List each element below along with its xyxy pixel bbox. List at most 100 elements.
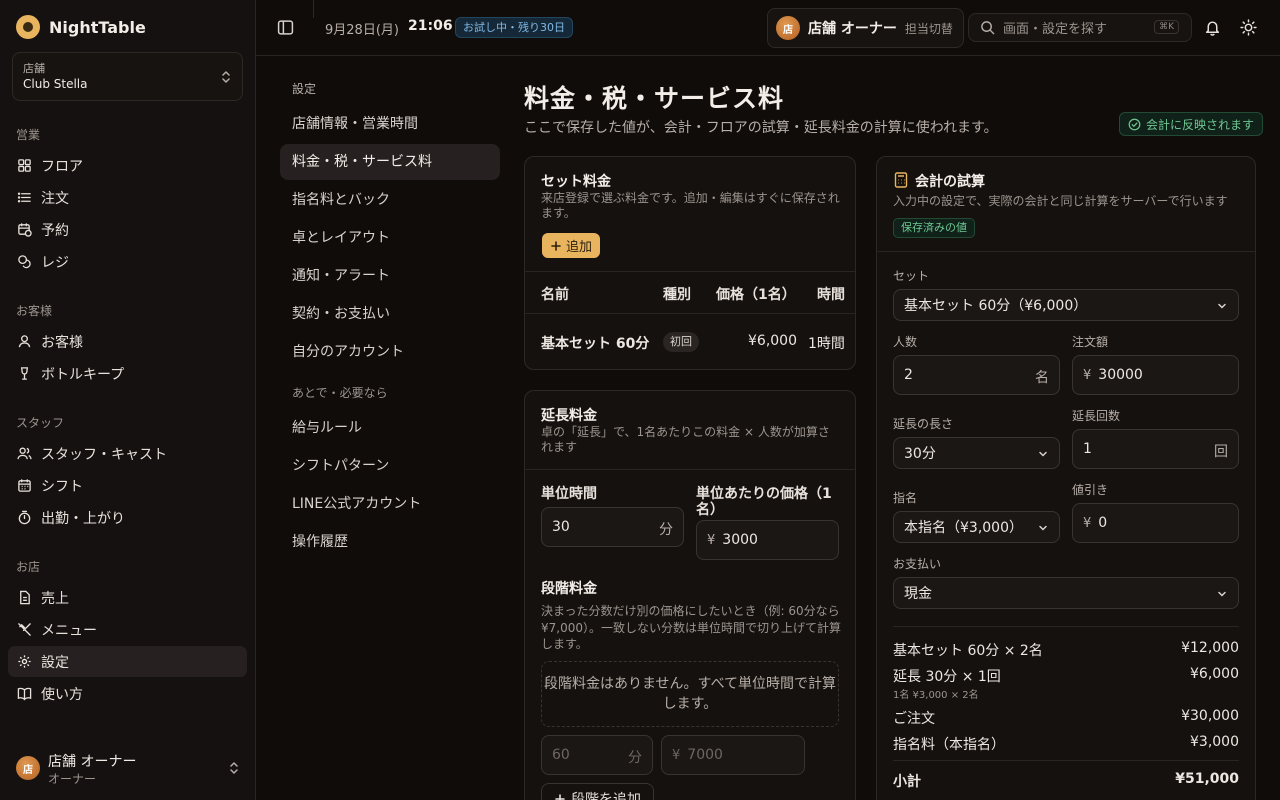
wine-icon — [20, 367, 29, 380]
settings-nav-line[interactable]: LINE公式アカウント — [280, 486, 500, 522]
settings-nav-payroll[interactable]: 給与ルール — [280, 410, 500, 446]
sidebar-item-menu[interactable]: メニュー — [8, 614, 247, 645]
breakdown-line: 延長 30分 × 1回 1名 ¥3,000 × 2名 ¥6,000 — [893, 666, 1239, 701]
breakdown-line: ご注文 ¥30,000 — [893, 708, 1239, 728]
store-switcher[interactable]: 店舗 Club Stella — [12, 52, 243, 101]
sidebar-item-shifts[interactable]: シフト — [8, 470, 247, 501]
breakdown-line: 指名料（本指名） ¥3,000 — [893, 734, 1239, 754]
sidebar-item-label: スタッフ・キャスト — [41, 446, 167, 463]
discount-value: 0 — [1098, 515, 1108, 531]
tier-minutes-input[interactable]: 60 分 — [541, 735, 653, 775]
sidebar-item-staff-cast[interactable]: スタッフ・キャスト — [8, 438, 247, 469]
nav-section-store: お店 — [16, 560, 41, 574]
sidebar-item-orders[interactable]: 注文 — [8, 182, 247, 213]
yen-prefix: ¥ — [707, 532, 716, 548]
owner-switcher[interactable]: 店 店舗 オーナー 担当切替 — [767, 8, 964, 48]
line-amount: ¥3,000 — [1190, 734, 1239, 750]
sidebar-item-floor[interactable]: フロア — [8, 150, 247, 181]
user-role: オーナー — [48, 772, 97, 786]
sidebar-item-label: お客様 — [41, 334, 83, 351]
add-tier-button[interactable]: 段階を追加 — [541, 783, 654, 800]
nav-section-eigyo: 営業 — [16, 128, 41, 142]
settings-nav-tables[interactable]: 卓とレイアウト — [280, 220, 500, 256]
nomination-label: 指名 — [893, 491, 918, 505]
line-amount: ¥30,000 — [1181, 708, 1239, 724]
set-select[interactable]: 基本セット 60分（¥6,000） — [893, 289, 1239, 321]
sidebar-item-label: フロア — [41, 158, 83, 175]
set-fee-desc: 来店登録で選ぶ料金です。追加・編集はすぐに保存されます。 — [541, 191, 840, 220]
sidebar-item-reservations[interactable]: 予約 — [8, 214, 247, 245]
current-time: 21:06 — [408, 18, 453, 34]
bell-icon[interactable] — [1204, 19, 1221, 36]
add-tier-label: 段階を追加 — [571, 792, 641, 800]
settings-nav-heading: 設定 — [292, 82, 317, 96]
calc-title: 会計の試算 — [915, 174, 985, 190]
trial-badge[interactable]: お試し中・残り30日 — [455, 17, 573, 38]
extension-desc: 卓の「延長」で、1名あたりこの料金 × 人数が加算されます — [541, 425, 830, 454]
tier-price-input[interactable]: ¥ 7000 — [661, 735, 805, 775]
search-shortcut: ⌘K — [1154, 20, 1179, 34]
sidebar-toggle-icon[interactable] — [277, 19, 294, 36]
chevron-down-icon — [1039, 451, 1047, 457]
nomination-value: 本指名（¥3,000） — [904, 520, 1023, 536]
order-amount-input[interactable]: ¥ 30000 — [1072, 355, 1239, 395]
sidebar-item-settings[interactable]: 設定 — [8, 646, 247, 677]
divider — [893, 760, 1239, 761]
people-value: 2 — [904, 367, 913, 383]
extension-length-value: 30分 — [904, 446, 936, 462]
sidebar-item-label: 出勤・上がり — [41, 510, 125, 527]
check-circle-icon — [1128, 118, 1141, 130]
tier-price-placeholder: 7000 — [687, 747, 723, 763]
nomination-select[interactable]: 本指名（¥3,000） — [893, 511, 1060, 543]
set-select-label: セット — [893, 269, 930, 283]
unit-price-value: 3000 — [722, 532, 758, 548]
divider — [877, 251, 1255, 252]
chevrons-up-down-icon — [230, 762, 238, 774]
sun-icon[interactable] — [1240, 19, 1257, 36]
sidebar-item-bottle-keep[interactable]: ボトルキープ — [8, 358, 247, 389]
payment-select[interactable]: 現金 — [893, 577, 1239, 609]
brand-logo-icon — [16, 15, 40, 39]
extension-count-input[interactable]: 1 回 — [1072, 429, 1239, 469]
sidebar-item-attendance[interactable]: 出勤・上がり — [8, 502, 247, 533]
sidebar-item-customers[interactable]: お客様 — [8, 326, 247, 357]
set-fee-card: セット料金 来店登録で選ぶ料金です。追加・編集はすぐに保存されます。 追加 名前… — [524, 156, 856, 370]
type-badge: 初回 — [663, 332, 699, 352]
extension-title: 延長料金 — [541, 408, 597, 424]
people-input[interactable]: 2 名 — [893, 355, 1060, 395]
settings-nav-store-info[interactable]: 店舗情報・営業時間 — [280, 106, 500, 142]
search-input[interactable]: 画面・設定を探す ⌘K — [968, 13, 1192, 42]
settings-nav-billing[interactable]: 契約・お支払い — [280, 296, 500, 332]
add-set-fee-button[interactable]: 追加 — [542, 233, 601, 258]
sidebar-item-label: 予約 — [41, 222, 69, 239]
order-amount-value: 30000 — [1098, 367, 1143, 383]
divider — [525, 271, 855, 272]
list-icon — [17, 192, 31, 203]
add-button-label: 追加 — [566, 240, 593, 255]
divider — [525, 469, 855, 470]
discount-input[interactable]: ¥ 0 — [1072, 503, 1239, 543]
unit-time-input[interactable]: 30 分 — [541, 507, 684, 547]
user-menu[interactable]: 店 店舗 オーナー オーナー — [16, 751, 240, 786]
unit-time-label: 単位時間 — [541, 486, 597, 502]
sidebar-item-sales[interactable]: 売上 — [8, 582, 247, 613]
chevron-down-icon — [1218, 591, 1226, 597]
settings-nav-pricing[interactable]: 料金・税・サービス料 — [280, 144, 500, 180]
sidebar-item-register[interactable]: レジ — [8, 246, 247, 277]
sidebar-item-guide[interactable]: 使い方 — [8, 678, 247, 709]
line-label: 基本セット 60分 × 2名 — [893, 643, 1043, 659]
plus-icon — [551, 240, 561, 251]
document-icon — [20, 590, 30, 605]
current-date: 9月28日(月) — [325, 23, 399, 38]
settings-nav-notifications[interactable]: 通知・アラート — [280, 258, 500, 294]
extension-length-select[interactable]: 30分 — [893, 437, 1060, 469]
grid-icon — [18, 159, 31, 172]
unit-price-input[interactable]: ¥ 3000 — [696, 520, 839, 560]
settings-nav-account[interactable]: 自分のアカウント — [280, 334, 500, 370]
settings-nav-shift-patterns[interactable]: シフトパターン — [280, 448, 500, 484]
settings-nav-audit-log[interactable]: 操作履歴 — [280, 524, 500, 560]
calculator-icon — [894, 172, 908, 188]
settings-nav-nomination[interactable]: 指名料とバック — [280, 182, 500, 218]
brand[interactable]: NightTable — [16, 15, 146, 39]
settings-nav-subheading: あとで・必要なら — [292, 386, 388, 400]
